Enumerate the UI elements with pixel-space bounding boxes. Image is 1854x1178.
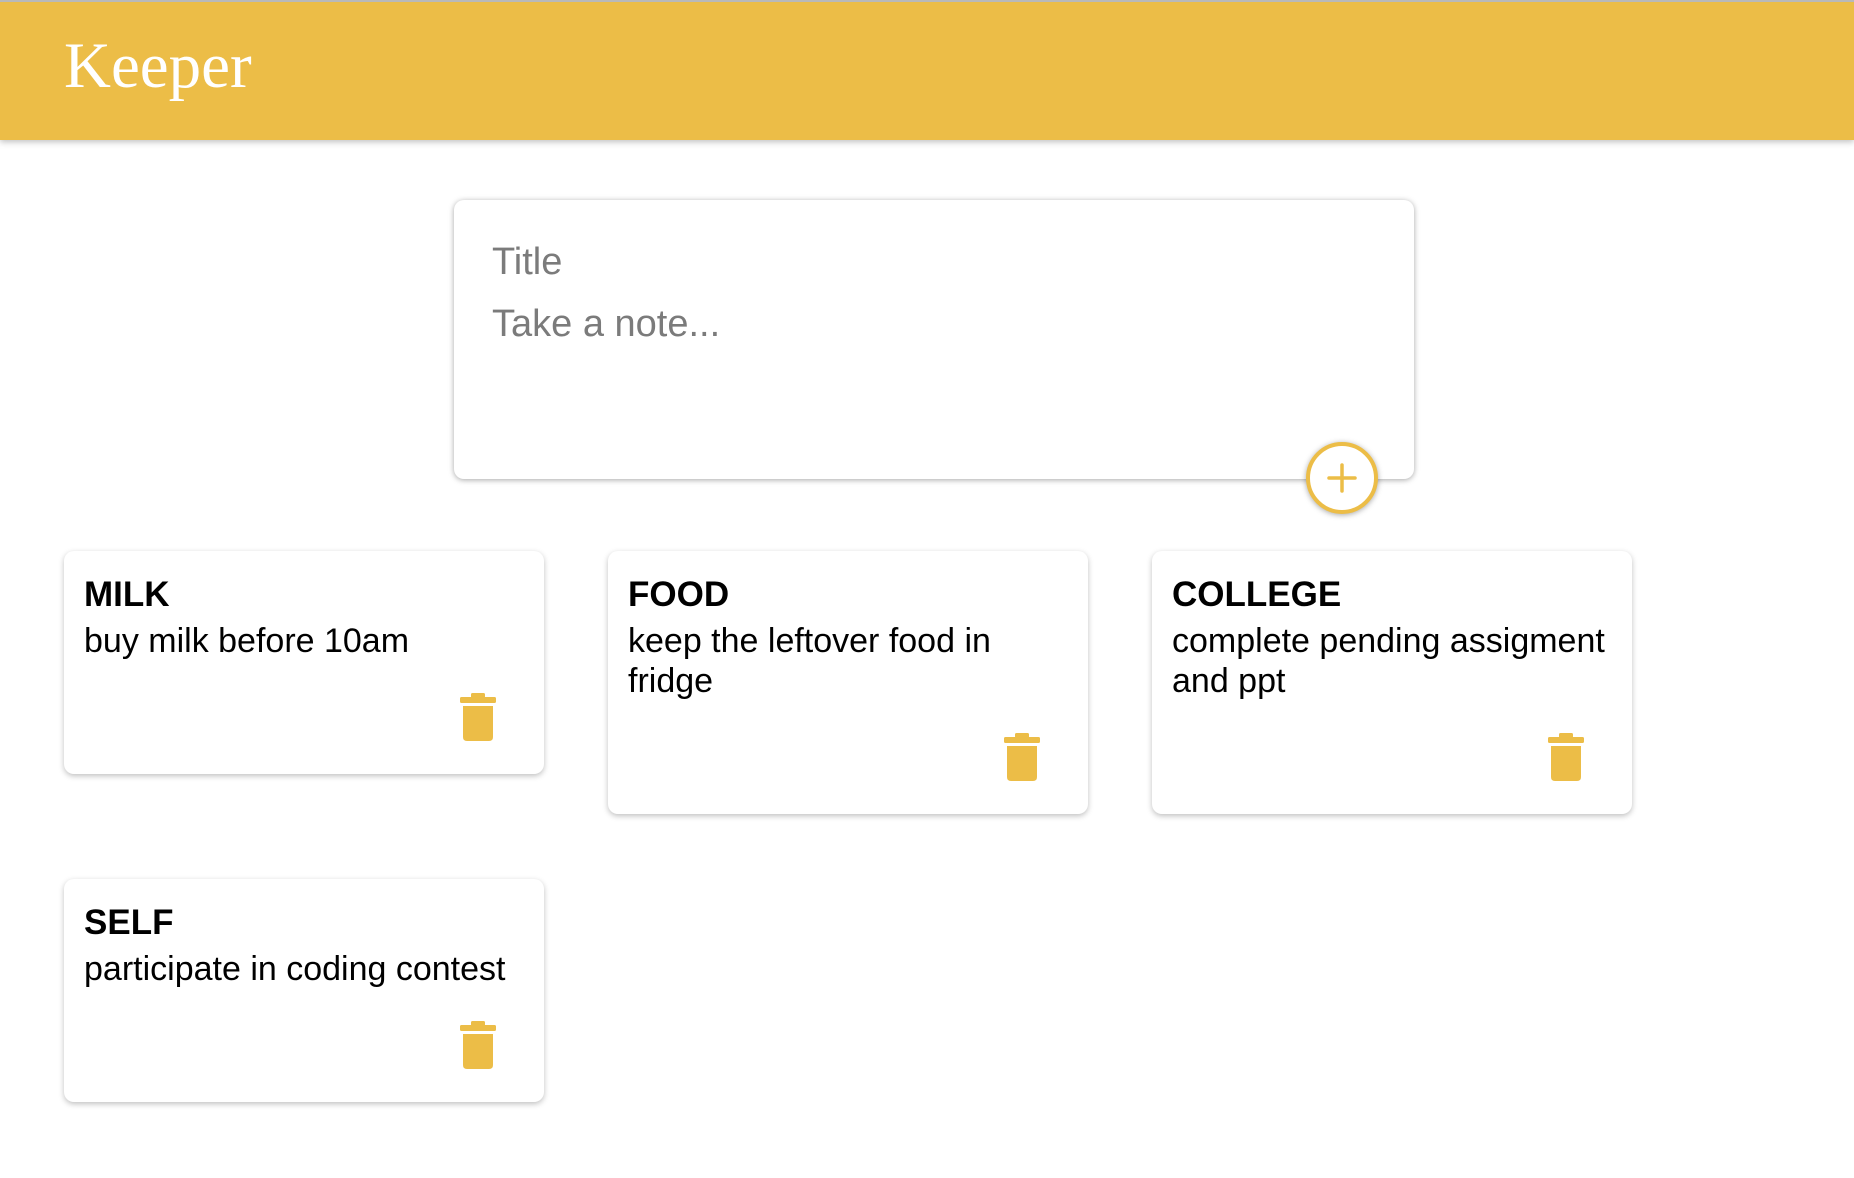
note-content: buy milk before 10am [84,622,410,660]
note-title: FOOD [628,575,730,614]
plus-icon [1327,463,1357,493]
trash-icon [460,693,496,741]
note-content-input[interactable] [492,300,1372,440]
note-title-input[interactable] [492,238,1372,286]
delete-note-button[interactable] [458,692,498,742]
trash-icon [460,1021,496,1069]
note-title: SELF [84,903,174,942]
note-card: MILK buy milk before 10am [64,551,544,774]
trash-icon [1004,733,1040,781]
app-header: Keeper [0,0,1854,140]
note-card: FOOD keep the leftover food in fridge [608,551,1088,814]
delete-note-button[interactable] [458,1020,498,1070]
add-note-button[interactable] [1306,442,1378,514]
note-content: participate in coding contest [84,950,506,988]
note-title: MILK [84,575,170,614]
note-content: complete pending assigment and ppt [1172,622,1605,700]
app-title: Keeper [64,30,252,102]
note-card: SELF participate in coding contest [64,879,544,1102]
delete-note-button[interactable] [1546,732,1586,782]
note-content: keep the leftover food in fridge [628,622,991,700]
note-title: COLLEGE [1172,575,1342,614]
delete-note-button[interactable] [1002,732,1042,782]
note-card: COLLEGE complete pending assigment and p… [1152,551,1632,814]
create-note-form [454,200,1414,479]
trash-icon [1548,733,1584,781]
